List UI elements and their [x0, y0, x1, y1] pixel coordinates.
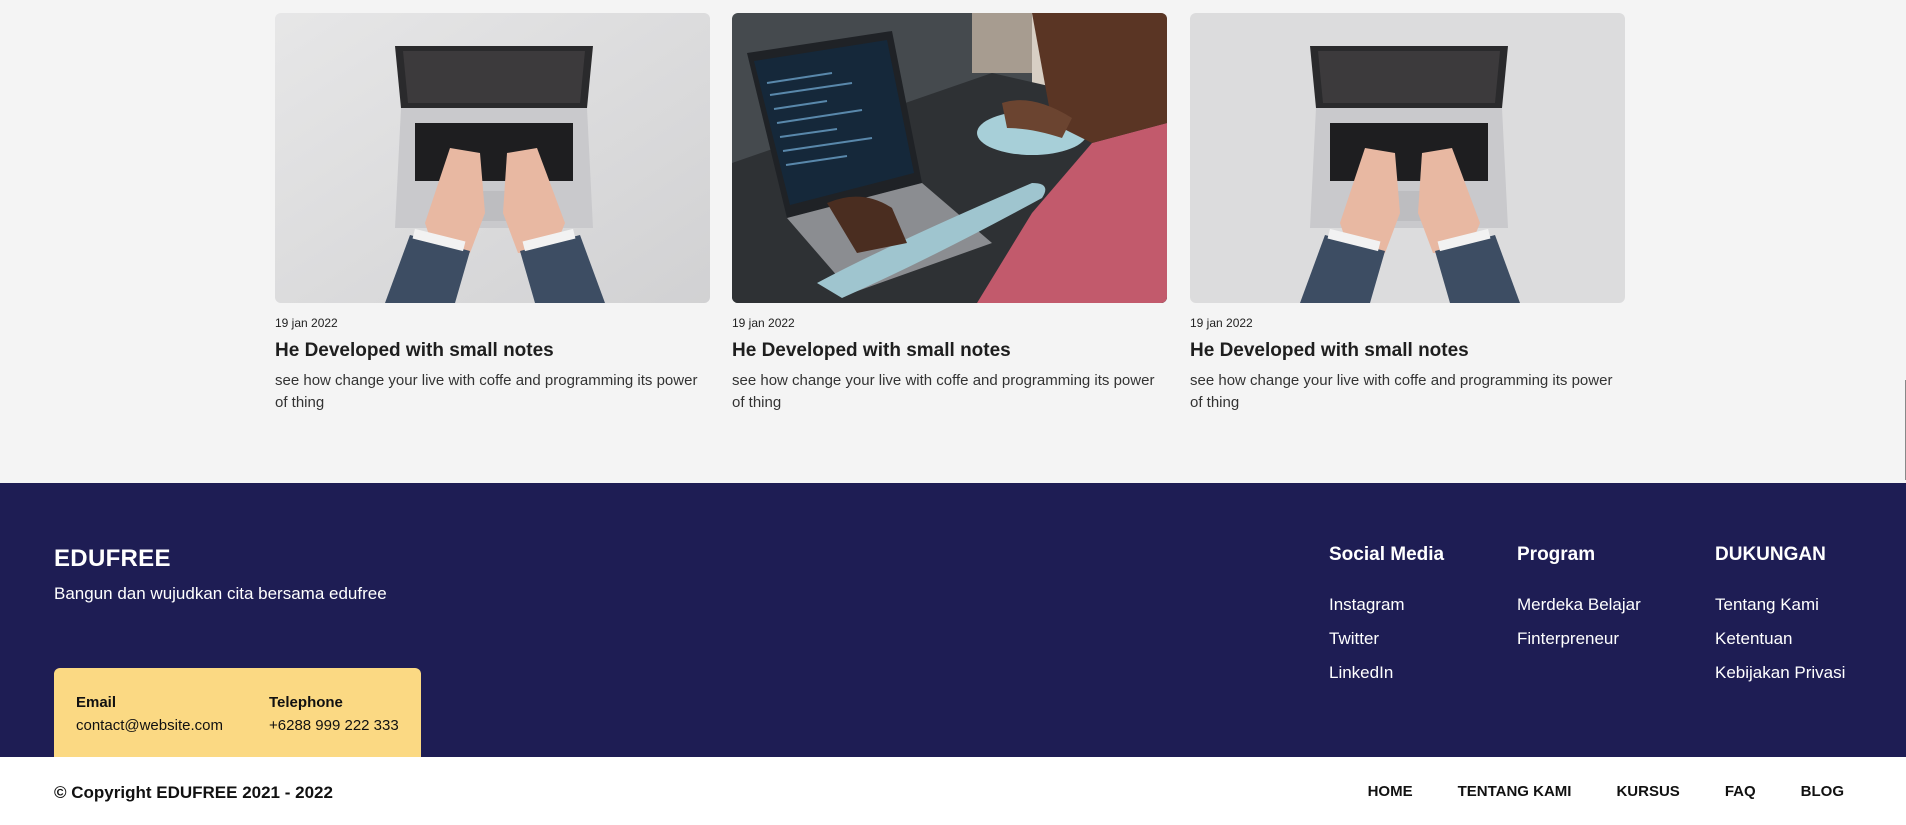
blog-card-title[interactable]: He Developed with small notes: [1190, 339, 1625, 363]
blog-card-description: see how change your live with coffe and …: [732, 372, 1155, 411]
blog-card-description: see how change your live with coffe and …: [275, 372, 698, 411]
nav-link-blog[interactable]: BLOG: [1801, 783, 1844, 800]
contact-phone: Telephone +6288 999 222 333: [269, 694, 399, 734]
footer-link-linkedin[interactable]: LinkedIn: [1329, 663, 1444, 697]
footer-column-title: Social Media: [1329, 544, 1445, 565]
bottom-nav: HOME TENTANG KAMI KURSUS FAQ BLOG: [1323, 783, 1844, 800]
footer-link-merdeka-belajar[interactable]: Merdeka Belajar: [1517, 595, 1641, 629]
nav-link-kursus[interactable]: KURSUS: [1616, 783, 1679, 800]
copyright-text: © Copyright EDUFREE 2021 - 2022: [54, 783, 333, 802]
footer-column-dukungan: DUKUNGAN Tentang Kami Ketentuan Kebijaka…: [1715, 544, 1845, 697]
footer-tagline: Bangun dan wujudkan cita bersama edufree: [54, 584, 387, 603]
contact-card: Email contact@website.com Telephone +628…: [54, 668, 421, 757]
blog-card-date: 19 jan 2022: [732, 316, 795, 330]
contact-email-value[interactable]: contact@website.com: [76, 717, 223, 734]
contact-phone-label: Telephone: [269, 694, 343, 711]
blog-card-date: 19 jan 2022: [1190, 316, 1253, 330]
footer-link-tentang-kami[interactable]: Tentang Kami: [1715, 595, 1845, 629]
blog-card[interactable]: 19 jan 2022 He Developed with small note…: [1190, 13, 1625, 414]
bottom-bar: © Copyright EDUFREE 2021 - 2022 HOME TEN…: [0, 757, 1906, 825]
footer-column-title: DUKUNGAN: [1715, 544, 1826, 565]
blog-section: 19 jan 2022 He Developed with small note…: [0, 0, 1906, 483]
footer-link-finterpreneur[interactable]: Finterpreneur: [1517, 629, 1641, 663]
blog-card-date: 19 jan 2022: [275, 316, 338, 330]
contact-phone-value[interactable]: +6288 999 222 333: [269, 717, 399, 734]
nav-link-home[interactable]: HOME: [1368, 783, 1413, 800]
site-footer: EDUFREE Bangun dan wujudkan cita bersama…: [0, 483, 1906, 757]
blog-card[interactable]: 19 jan 2022 He Developed with small note…: [732, 13, 1167, 414]
footer-column-title: Program: [1517, 544, 1596, 565]
footer-link-ketentuan[interactable]: Ketentuan: [1715, 629, 1845, 663]
blog-card-title[interactable]: He Developed with small notes: [732, 339, 1167, 363]
blog-card-title[interactable]: He Developed with small notes: [275, 339, 710, 363]
blog-card-image[interactable]: [732, 13, 1167, 303]
blog-card[interactable]: 19 jan 2022 He Developed with small note…: [275, 13, 710, 414]
footer-column-social-media: Social Media Instagram Twitter LinkedIn: [1329, 544, 1444, 697]
nav-link-faq[interactable]: FAQ: [1725, 783, 1756, 800]
nav-link-tentang-kami[interactable]: TENTANG KAMI: [1458, 783, 1572, 800]
contact-email: Email contact@website.com: [76, 694, 223, 734]
blog-card-description: see how change your live with coffe and …: [1190, 372, 1613, 411]
blog-card-image[interactable]: [275, 13, 710, 303]
contact-email-label: Email: [76, 694, 117, 711]
footer-link-instagram[interactable]: Instagram: [1329, 595, 1444, 629]
footer-link-twitter[interactable]: Twitter: [1329, 629, 1444, 663]
blog-card-image[interactable]: [1190, 13, 1625, 303]
footer-link-kebijakan-privasi[interactable]: Kebijakan Privasi: [1715, 663, 1845, 697]
footer-brand: EDUFREE: [54, 545, 171, 572]
footer-column-program: Program Merdeka Belajar Finterpreneur: [1517, 544, 1641, 663]
